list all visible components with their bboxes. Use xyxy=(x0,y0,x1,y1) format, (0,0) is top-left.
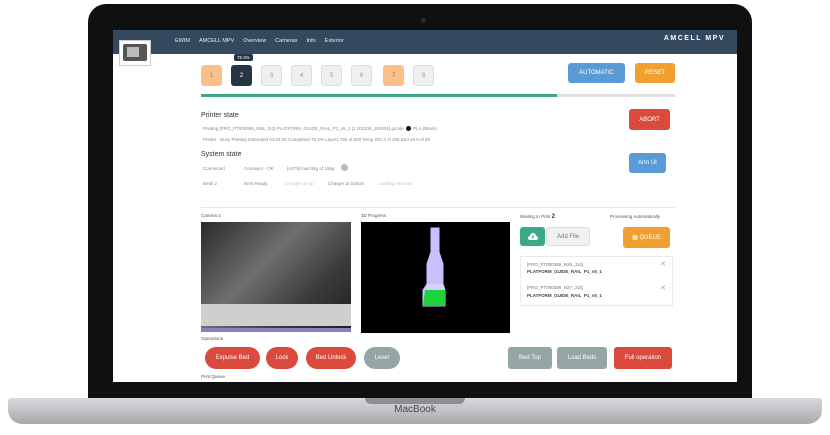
nav-item-ewim[interactable]: EWIM xyxy=(175,38,190,44)
queue-file-1-remove-icon[interactable]: ✕ xyxy=(660,260,666,268)
step-8[interactable]: 8 xyxy=(413,65,434,86)
printer-file-text: Printing [PRO_PT000389_N06_J13] PLATFORM… xyxy=(203,126,404,131)
step-6[interactable]: 6 xyxy=(351,65,372,86)
step-2[interactable]: 2 xyxy=(231,65,252,86)
queue-file-1-code: [PRO_PT000389_N26_J14] xyxy=(527,262,584,267)
queue-file-list: [PRO_PT000389_N26_J14] PLATFORM_GUIDE_RA… xyxy=(520,256,673,306)
system-charger-top: Charger at top xyxy=(285,181,314,186)
laptop-brand: MacBook xyxy=(394,404,436,415)
top-nav-bar: EWIM AMCELL MPV Overview Cameras Info Ex… xyxy=(113,30,737,54)
step-3[interactable]: 3 xyxy=(261,65,282,86)
nav-item-amcell[interactable]: AMCELL MPV xyxy=(199,38,234,44)
app-title: AMCELL MPV xyxy=(663,35,725,42)
system-loading-next: Loading next bed xyxy=(378,181,413,186)
printer-material: PLA (Black) xyxy=(413,126,437,131)
info-icon[interactable] xyxy=(341,164,348,171)
upload-button[interactable] xyxy=(520,227,545,246)
material-color-icon xyxy=(406,126,412,132)
printer-status-line: Printer - Busy Printing Estimated 01:04:… xyxy=(203,137,431,142)
printer-file-line: Printing [PRO_PT000389_N06_J13] PLATFORM… xyxy=(203,126,437,132)
nav-menu: EWIM AMCELL MPV Overview Cameras Info Ex… xyxy=(175,38,344,44)
operations-label: Operations xyxy=(201,336,224,341)
system-state-heading: System state xyxy=(201,151,242,158)
section-divider xyxy=(201,207,675,208)
cloud-upload-icon xyxy=(527,232,538,240)
step-progress-tooltip: 75.3% xyxy=(234,54,253,61)
system-conveyor: Conveyor - OK xyxy=(244,166,274,171)
print-progress-bar xyxy=(201,94,675,97)
system-charger-bottom: Charger at bottom xyxy=(328,181,365,186)
load-beds-button[interactable]: Load Beds xyxy=(557,347,607,369)
app-screen: EWIM AMCELL MPV Overview Cameras Info Ex… xyxy=(113,30,737,382)
camera-label: Camera 2 xyxy=(201,213,221,218)
system-load: [A279] load 9kg of 15kg xyxy=(287,166,335,171)
nav-item-overview[interactable]: Overview xyxy=(243,38,266,44)
step-5[interactable]: 5 xyxy=(321,65,342,86)
queue-grid-icon: ▦ xyxy=(632,235,638,241)
printer-logo-icon[interactable] xyxy=(119,40,151,66)
system-connected: Connected xyxy=(203,166,225,171)
system-beds: Beds 2 xyxy=(203,181,218,186)
printer-state-heading: Printer state xyxy=(201,112,239,119)
nav-item-exterior[interactable]: Exterior xyxy=(325,38,344,44)
queue-file-2-code: [PRO_PT000389_N27_J15] xyxy=(527,285,584,290)
full-operation-button[interactable]: Full operation xyxy=(614,347,672,369)
print-queue-label: Print Queue xyxy=(201,374,226,379)
step-1[interactable]: 1 xyxy=(201,65,222,86)
step-4[interactable]: 4 xyxy=(291,65,312,86)
progress-3d-label: 3D Progress xyxy=(361,213,387,218)
system-next-ready: Next Ready xyxy=(244,181,268,186)
abort-button[interactable]: ABORT xyxy=(629,109,670,130)
progress-3d-view[interactable] xyxy=(361,222,510,333)
arm-ui-button[interactable]: Arm UI xyxy=(629,153,666,173)
queue-file-2-remove-icon[interactable]: ✕ xyxy=(660,284,666,292)
queue-file-1-name: PLATFORM_GUIDE_RAIL_P1_v5_1 xyxy=(527,269,602,274)
camera-feed-image[interactable] xyxy=(201,222,351,332)
queue-button[interactable]: ▦ QUEUE xyxy=(623,227,670,248)
nav-item-info[interactable]: Info xyxy=(306,38,315,44)
lever-button[interactable]: Lever xyxy=(364,347,400,369)
bed-unlock-button[interactable]: Bed Unlock xyxy=(306,347,356,369)
lock-button[interactable]: Lock xyxy=(266,347,298,369)
bed-top-button[interactable]: Bed Top xyxy=(508,347,552,369)
processing-label: Processing Automatically xyxy=(610,214,661,219)
nav-item-cameras[interactable]: Cameras xyxy=(275,38,297,44)
automatic-button[interactable]: AUTOMATIC xyxy=(568,63,625,83)
expulse-bed-button[interactable]: Expulse Bed xyxy=(205,347,260,369)
webcam-icon xyxy=(421,18,426,23)
waiting-label: Waiting to Print 2 xyxy=(520,214,555,220)
print-progress-fill xyxy=(201,94,557,97)
step-7[interactable]: 7 xyxy=(383,65,404,86)
reset-button[interactable]: RESET xyxy=(635,63,675,83)
add-file-button[interactable]: Add File xyxy=(546,227,590,246)
waiting-count: 2 xyxy=(551,214,555,220)
queue-file-2-name: PLATFORM_GUIDE_RAIL_P1_v5_1 xyxy=(527,293,602,298)
